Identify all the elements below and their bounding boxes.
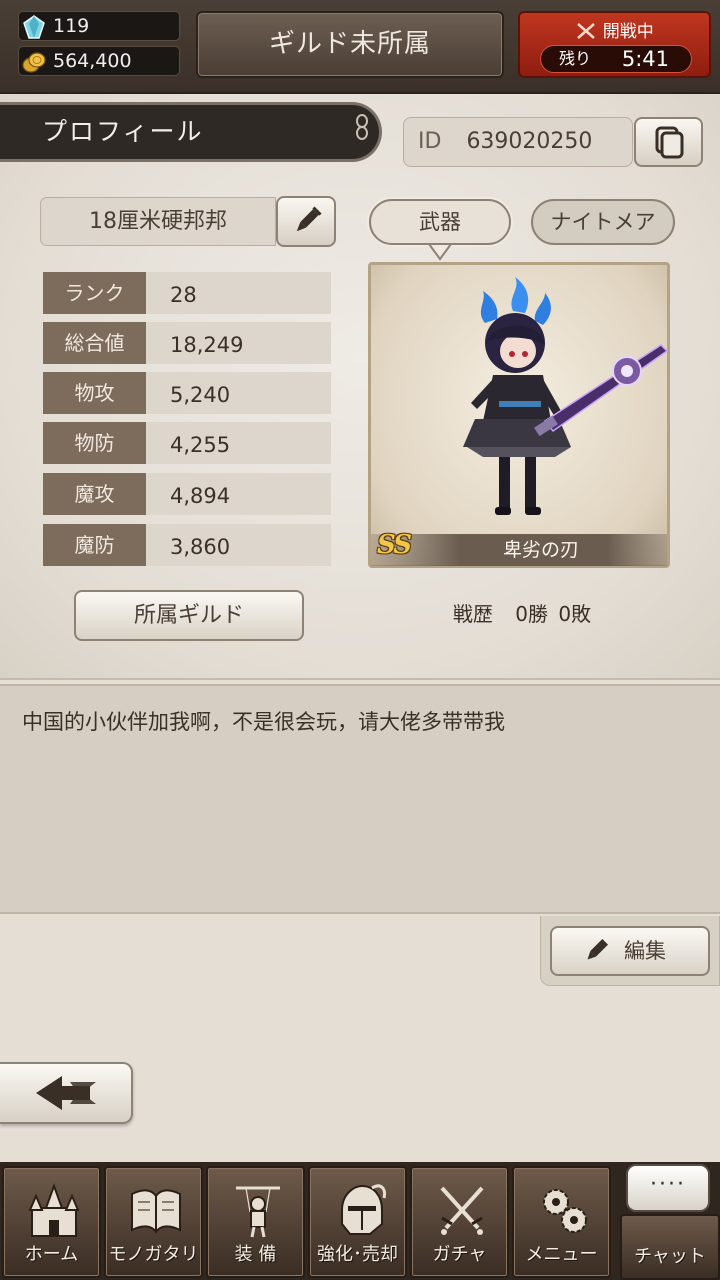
battle-record: 戦歴 0勝 0敗 — [372, 598, 672, 630]
stat-row-phys-def: 物防 4,255 — [43, 422, 331, 464]
nav-chat[interactable]: チャット — [620, 1214, 720, 1280]
copy-id-button[interactable] — [634, 117, 703, 167]
chat-dots: ···· — [650, 1172, 686, 1197]
id-value: 639020250 — [466, 129, 593, 154]
stat-row-total: 総合値 18,249 — [43, 322, 331, 364]
nav-label: チャット — [634, 1246, 706, 1267]
record-losses: 0敗 — [558, 602, 592, 626]
remaining-time: 5:41 — [621, 47, 669, 71]
record-label: 戦歴 — [452, 602, 493, 626]
stat-row-rank: ランク 28 — [43, 272, 331, 314]
guild-status-button[interactable]: ギルド未所属 — [196, 11, 504, 78]
battle-title: 開戦中 — [520, 17, 709, 42]
profile-comment: 中国的小伙伴加我啊，不是很会玩，请大佬多带带我 — [22, 710, 505, 734]
helmet-icon — [341, 1184, 386, 1235]
gears-icon — [543, 1189, 587, 1233]
stat-row-phys-atk: 物攻 5,240 — [43, 372, 331, 414]
edit-comment-button[interactable]: 編集 — [550, 926, 710, 976]
player-name-field: 18厘米硬邦邦 — [40, 197, 276, 246]
coin-icon — [22, 52, 46, 73]
nav-label: 装 備 — [234, 1244, 277, 1265]
profile-tab[interactable]: プロフィール — [0, 102, 382, 162]
crossed-swords-icon — [440, 1186, 484, 1235]
weapon-name: 卑劣の刃 — [371, 534, 667, 566]
nav-enhance-sell[interactable]: 強化･売却 — [308, 1166, 407, 1278]
nav-label: ホーム — [24, 1244, 79, 1265]
toggle-icon[interactable] — [346, 112, 378, 152]
stat-row-mag-def: 魔防 3,860 — [43, 524, 331, 566]
stat-label: 物防 — [43, 422, 146, 464]
stat-value: 4,894 — [146, 473, 331, 515]
selected-tab-indicator — [428, 243, 452, 261]
nav-home[interactable]: ホーム — [2, 1166, 101, 1278]
nav-label: モノガタリ — [108, 1244, 199, 1265]
stat-label: 総合値 — [43, 322, 146, 364]
stat-row-mag-atk: 魔攻 4,894 — [43, 473, 331, 515]
chat-bubble-icon[interactable]: ···· — [626, 1164, 710, 1212]
back-arrow-icon — [36, 1076, 96, 1110]
castle-icon — [28, 1183, 80, 1237]
nav-equipment[interactable]: 装 備 — [206, 1166, 305, 1278]
nav-menu[interactable]: メニュー — [512, 1166, 611, 1278]
edit-name-button[interactable] — [276, 196, 336, 247]
guild-battle-status[interactable]: 開戦中 残り 5:41 — [518, 11, 711, 78]
nav-label: 強化･売却 — [317, 1244, 398, 1265]
tab-weapon[interactable]: 武器 — [369, 199, 511, 245]
coin-counter: 564,400 — [18, 46, 180, 76]
back-button[interactable] — [0, 1062, 133, 1124]
puppet-icon — [236, 1186, 280, 1238]
affiliated-guild-button[interactable]: 所属ギルド — [74, 590, 304, 641]
stat-label: 魔攻 — [43, 473, 146, 515]
copy-icon — [655, 126, 684, 159]
gem-icon — [23, 15, 45, 39]
nav-story[interactable]: モノガタリ — [104, 1166, 203, 1278]
stat-value: 4,255 — [146, 422, 331, 464]
crossed-swords-icon — [577, 23, 596, 39]
weapon-card[interactable]: 卑劣の刃 SS — [368, 262, 670, 568]
edit-label: 編集 — [624, 939, 666, 963]
stat-label: 物攻 — [43, 372, 146, 414]
pen-icon — [296, 206, 322, 232]
tab-nightmare[interactable]: ナイトメア — [531, 199, 675, 245]
nav-label: メニュー — [525, 1244, 598, 1265]
battle-remaining-time: 残り 5:41 — [540, 45, 692, 73]
gem-counter: 119 — [18, 11, 180, 41]
stat-value: 3,860 — [146, 524, 331, 566]
stat-value: 5,240 — [146, 372, 331, 414]
pen-icon — [587, 938, 609, 960]
gem-count: 119 — [53, 15, 90, 37]
stat-label: 魔防 — [43, 524, 146, 566]
stat-value: 28 — [146, 272, 331, 314]
player-id-field: ID 639020250 — [403, 117, 633, 167]
weapon-character-image — [463, 277, 669, 515]
book-icon — [131, 1189, 181, 1234]
nav-gacha[interactable]: ガチャ — [410, 1166, 509, 1278]
stat-value: 18,249 — [146, 322, 331, 364]
stat-label: ランク — [43, 272, 146, 314]
weapon-rarity-badge: SS — [377, 530, 412, 560]
coin-count: 564,400 — [53, 50, 132, 72]
id-label: ID — [418, 129, 442, 154]
nav-label: ガチャ — [432, 1244, 487, 1265]
remaining-label: 残り — [559, 49, 592, 68]
record-wins: 0勝 — [515, 602, 548, 626]
